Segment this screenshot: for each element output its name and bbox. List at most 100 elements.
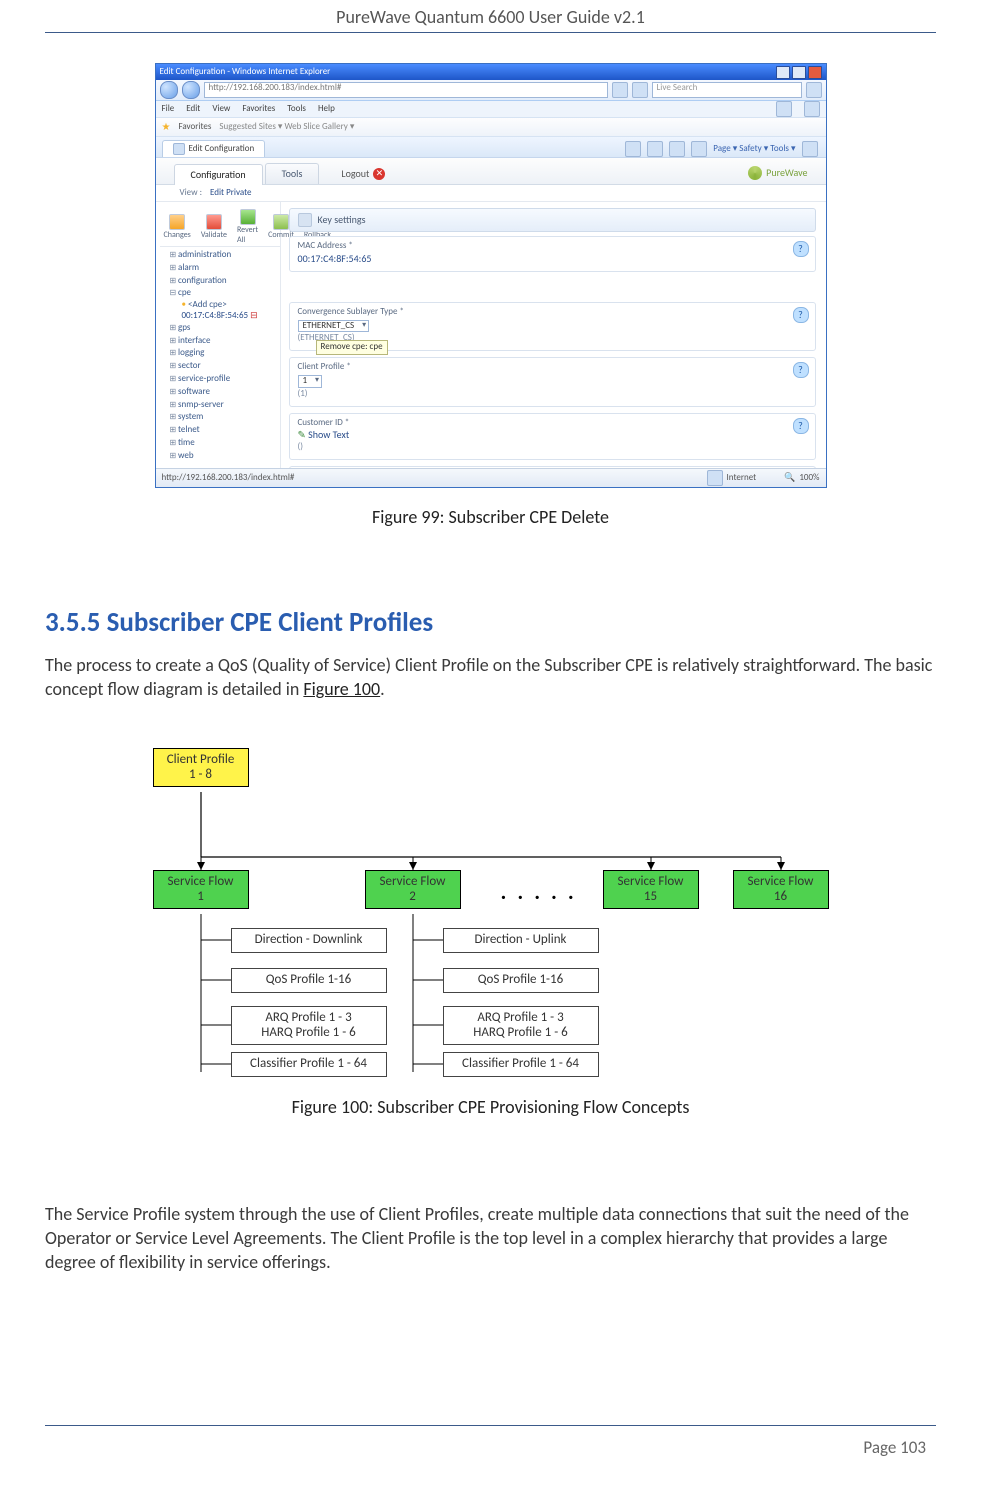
favorites-star-icon[interactable]: ★ [162,121,171,133]
tb-changes[interactable]: Changes [164,214,191,241]
panel-key-settings: Key settings [289,208,816,232]
edit-pencil-icon[interactable]: ✎ [298,428,306,441]
minimize-icon[interactable] [776,66,790,79]
status-zone: Internet [727,473,757,484]
tree-sector[interactable]: sector [160,360,280,373]
status-zoom: 🔍 [784,473,795,484]
mail-icon[interactable] [669,141,685,157]
box-sf16: Service Flow16 [733,870,829,910]
tree-configuration[interactable]: configuration [160,275,280,288]
box-col1-direction: Direction - Downlink [231,928,387,953]
tab-tools[interactable]: Tools [265,163,320,184]
mac-value: 00:17:C4:8F:54:65 [298,252,807,265]
tree-logging[interactable]: logging [160,347,280,360]
figure-99-caption: Figure 99: Subscriber CPE Delete [45,506,936,528]
help-icon[interactable]: ? [793,307,809,323]
tree-administration[interactable]: administration [160,249,280,262]
page-footer: Page 103 [863,1437,926,1458]
menu-edit[interactable]: Edit [186,104,200,115]
tree-web[interactable]: web [160,450,280,463]
forward-icon[interactable] [182,81,200,99]
help-icon[interactable]: ? [793,362,809,378]
client-select[interactable]: 1 [298,375,323,388]
feeds-icon[interactable] [647,141,663,157]
box-col1-arq: ARQ Profile 1 - 3HARQ Profile 1 - 6 [231,1006,387,1046]
tree-alarm[interactable]: alarm [160,262,280,275]
delete-cpe-icon[interactable]: ⊟ [250,310,258,321]
tree-system[interactable]: system [160,411,280,424]
browser-command-bar: Page ▾ Safety ▾ Tools ▾ [625,141,825,157]
conv-label: Convergence Sublayer Type * [298,307,807,318]
key-settings-label: Key settings [318,214,366,226]
tree-interface[interactable]: interface [160,335,280,348]
app-subbar: View : Edit Private [156,185,826,202]
box-sf2: Service Flow2 [365,870,461,910]
print-icon[interactable] [691,141,707,157]
menu-view[interactable]: View [212,104,230,115]
logout-control[interactable]: Logout ✕ [341,168,385,184]
conv-select[interactable]: ETHERNET_CS [298,320,370,333]
search-field[interactable]: Live Search [652,82,802,98]
zoom-value[interactable]: 100% [799,473,819,484]
tree-service-profile[interactable]: service-profile [160,373,280,386]
cust-sub: () [298,441,807,453]
view-mode[interactable]: Edit Private [210,188,252,199]
figure-100-caption: Figure 100: Subscriber CPE Provisioning … [141,1096,841,1118]
help-icon[interactable]: ? [793,418,809,434]
box-sf1: Service Flow1 [153,870,249,910]
tooltip-remove-cpe: Remove cpe: cpe [316,340,388,355]
page-header: PureWave Quantum 6600 User Guide v2.1 [45,0,936,32]
menu-help[interactable]: Help [318,104,335,115]
address-field[interactable]: http://192.168.200.183/index.html# [204,82,608,98]
tree-snmp-server[interactable]: snmp-server [160,399,280,412]
stop-icon[interactable] [632,82,648,98]
box-col2-arq: ARQ Profile 1 - 3HARQ Profile 1 - 6 [443,1006,599,1046]
tb-revert[interactable]: Revert All [237,209,258,245]
refresh-icon[interactable] [612,82,628,98]
help-icon[interactable] [802,141,818,157]
tree-software[interactable]: software [160,386,280,399]
diagram-ellipsis: . . . . . [501,878,577,905]
p1-a: The process to create a QoS (Quality of … [45,654,932,700]
tb-validate[interactable]: Validate [201,214,227,241]
home-icon[interactable] [625,141,641,157]
key-icon [298,213,312,227]
cust-edit[interactable]: Show Text [308,428,349,441]
figure-100-ref[interactable]: Figure 100 [303,678,380,700]
tab-configuration[interactable]: Configuration [174,164,263,185]
back-icon[interactable] [160,81,178,99]
revert-icon [240,209,256,225]
box-col1-classifier: Classifier Profile 1 - 64 [231,1052,387,1077]
tree-time[interactable]: time [160,437,280,450]
validate-icon [206,214,222,230]
internet-zone-icon [707,470,723,486]
row-mac: MAC Address * 00:17:C4:8F:54:65 ? [289,236,816,272]
box-col2-qos: QoS Profile 1-16 [443,968,599,993]
cmd-page[interactable]: Page ▾ Safety ▾ Tools ▾ [713,144,795,155]
browser-favorites-bar: ★ Favorites Suggested Sites ▾ Web Slice … [156,118,826,137]
edit-toolbar: Changes Validate Revert All Commit Rollb… [160,206,280,247]
menu-file[interactable]: File [162,104,175,115]
x-icon[interactable] [776,101,792,117]
tree-gps[interactable]: gps [160,322,280,335]
figure-99-screenshot: Edit Configuration - Windows Internet Ex… [155,63,827,488]
nav-tree[interactable]: administration alarm configuration cpe <… [160,247,280,463]
favorites-items[interactable]: Suggested Sites ▾ Web Slice Gallery ▾ [219,122,354,133]
section-para-2: The Service Profile system through the u… [45,1202,936,1275]
app-tab-strip: Configuration Tools Logout ✕ PureWave [156,158,826,185]
search-go-icon[interactable] [806,82,822,98]
favorites-label[interactable]: Favorites [178,122,211,133]
box-col2-direction: Direction - Uplink [443,928,599,953]
close-icon[interactable] [808,66,822,79]
tree-telnet[interactable]: telnet [160,424,280,437]
menu-tools[interactable]: Tools [287,104,306,115]
browser-status-bar: http://192.168.200.183/index.html# Inter… [156,468,826,487]
maximize-icon[interactable] [792,66,806,79]
tool-icon[interactable] [804,101,820,117]
help-icon[interactable]: ? [793,241,809,257]
menu-favorites[interactable]: Favorites [242,104,275,115]
row-max-uplink: Maximum Uplink Rate * ? [289,466,816,468]
browser-tab-edit-config[interactable]: Edit Configuration [162,140,266,157]
tree-cpe-mac[interactable]: 00:17:C4:8F:54:65 ⊟ [160,311,280,322]
app-content: Configuration Tools Logout ✕ PureWave Vi… [156,158,826,468]
